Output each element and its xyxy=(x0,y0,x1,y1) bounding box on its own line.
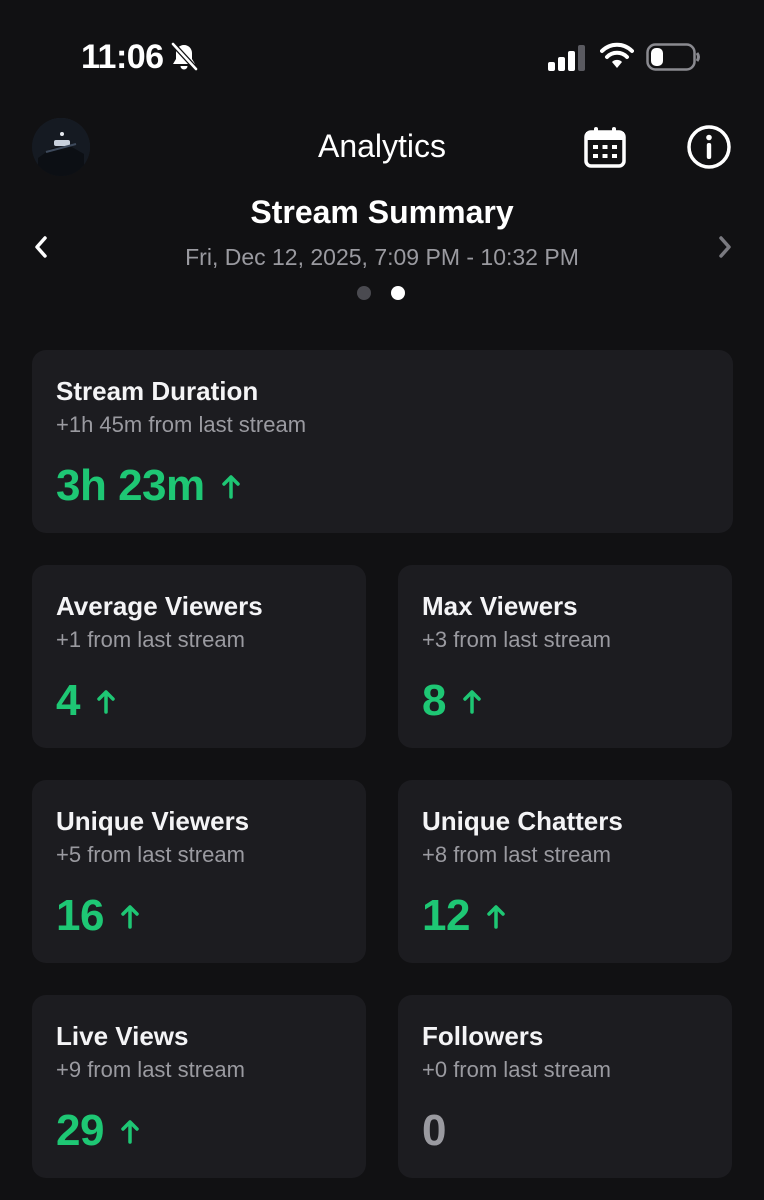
signal-icon xyxy=(548,45,585,71)
card-subtitle: +9 from last stream xyxy=(56,1057,245,1082)
card-value: 8 xyxy=(422,676,446,725)
card-subtitle: +8 from last stream xyxy=(422,842,611,867)
card-title: Stream Duration xyxy=(56,376,259,406)
chevron-right-icon[interactable] xyxy=(712,232,738,262)
card-subtitle: +3 from last stream xyxy=(422,627,611,652)
arrow-up-icon xyxy=(221,475,240,499)
page-title: Analytics xyxy=(317,128,447,164)
card-title: Live Views xyxy=(56,1021,189,1051)
arrow-up-icon xyxy=(121,905,139,929)
card-title: Unique Viewers xyxy=(56,806,250,836)
card-unique-chatters: Unique Chatters +8 from last stream 12 xyxy=(398,780,732,963)
card-subtitle: +1 from last stream xyxy=(56,627,245,652)
analytics-screen: 11:06 Analytics Stream Summary Fri, Dec … xyxy=(0,0,764,1200)
summary-title: Stream Summary xyxy=(250,194,514,230)
card-title: Unique Chatters xyxy=(422,806,623,836)
page-indicator[interactable] xyxy=(357,286,405,300)
arrow-up-icon xyxy=(121,1120,139,1144)
card-title: Max Viewers xyxy=(422,591,578,621)
page-dot-2-active[interactable] xyxy=(391,286,405,300)
battery-icon xyxy=(646,43,700,71)
info-icon[interactable] xyxy=(686,124,732,170)
calendar-icon[interactable] xyxy=(583,125,627,169)
summary-date-range: Fri, Dec 12, 2025, 7:09 PM - 10:32 PM xyxy=(185,244,579,270)
card-value: 16 xyxy=(56,891,104,940)
page-dot-1[interactable] xyxy=(357,286,371,300)
card-average-viewers: Average Viewers +1 from last stream 4 xyxy=(32,565,366,748)
arrow-up-icon xyxy=(487,905,505,929)
card-value: 3h 23m xyxy=(56,461,205,510)
card-live-views: Live Views +9 from last stream 29 xyxy=(32,995,366,1178)
status-time: 11:06 xyxy=(81,38,164,76)
card-title: Followers xyxy=(422,1021,544,1051)
card-value: 29 xyxy=(56,1106,104,1155)
status-bar: 11:06 xyxy=(0,0,764,110)
card-subtitle: +5 from last stream xyxy=(56,842,245,867)
card-unique-viewers: Unique Viewers +5 from last stream 16 xyxy=(32,780,366,963)
card-title: Average Viewers xyxy=(56,591,263,621)
arrow-up-icon xyxy=(463,690,481,714)
card-value: 12 xyxy=(422,891,470,940)
card-max-viewers: Max Viewers +3 from last stream 8 xyxy=(398,565,732,748)
bell-slash-icon xyxy=(171,42,198,71)
card-subtitle: +0 from last stream xyxy=(422,1057,611,1082)
card-stream-duration: Stream Duration +1h 45m from last stream… xyxy=(32,350,733,533)
card-followers: Followers +0 from last stream 0 xyxy=(398,995,732,1178)
card-value: 4 xyxy=(56,676,80,725)
card-value: 0 xyxy=(422,1106,446,1155)
card-subtitle: +1h 45m from last stream xyxy=(56,412,307,437)
arrow-up-icon xyxy=(97,690,115,714)
wifi-icon xyxy=(600,42,634,68)
